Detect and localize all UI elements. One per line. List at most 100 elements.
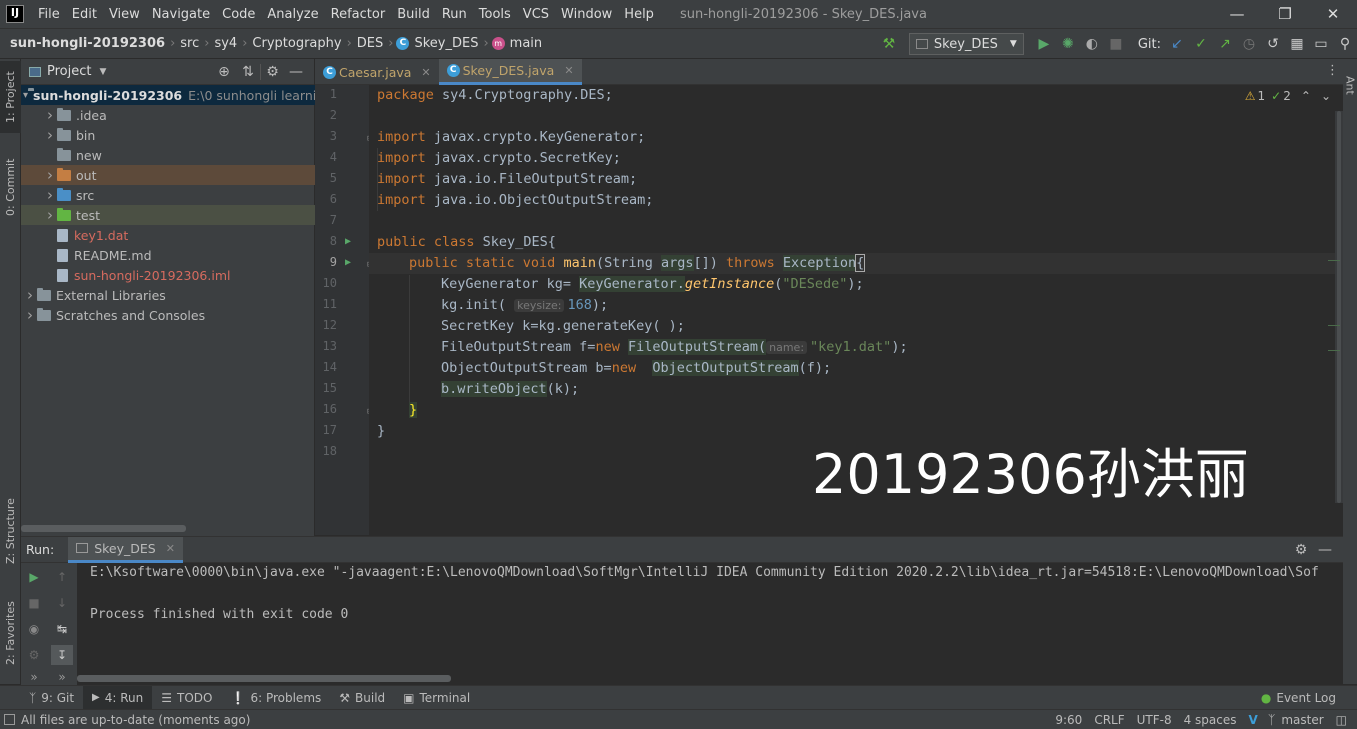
project-structure-icon[interactable]: ▦ <box>1285 36 1309 52</box>
gear-icon[interactable]: ⚙ <box>1289 542 1313 558</box>
chevron-right-icon[interactable]: › <box>43 166 57 184</box>
file-encoding[interactable]: UTF-8 <box>1131 713 1178 727</box>
settings-icon[interactable]: ⚙ <box>23 645 45 665</box>
menu-edit[interactable]: Edit <box>66 7 103 22</box>
close-icon[interactable]: ✕ <box>166 542 175 555</box>
presentation-icon[interactable]: ▭ <box>1309 36 1333 52</box>
chevron-down-icon[interactable]: ▼ <box>99 67 106 77</box>
git-commit-icon[interactable]: ✓ <box>1189 36 1213 52</box>
menu-refactor[interactable]: Refactor <box>325 7 392 22</box>
structure-tool-tab[interactable]: Z: Structure <box>0 489 21 573</box>
run-configuration-select[interactable]: Skey_DES ▼ <box>908 33 1024 55</box>
menu-run[interactable]: Run <box>436 7 473 22</box>
inspection-widget[interactable]: ⚠ 1 ✓ 2 ⌃ ⌄ <box>1245 89 1331 103</box>
breadcrumb-method[interactable]: main <box>508 36 544 51</box>
menu-help[interactable]: Help <box>618 7 660 22</box>
restore-icon[interactable]: ❐ <box>1261 0 1309 29</box>
chevron-right-icon[interactable]: › <box>43 126 57 144</box>
close-icon[interactable]: ✕ <box>421 66 430 79</box>
search-everywhere-icon[interactable]: ⚲ <box>1333 36 1357 52</box>
tab-skey-des-java[interactable]: C Skey_DES.java ✕ <box>438 59 582 85</box>
horizontal-scrollbar[interactable] <box>77 675 451 682</box>
panel-toggle-icon[interactable] <box>4 714 15 725</box>
menu-navigate[interactable]: Navigate <box>146 7 216 22</box>
locate-file-icon[interactable]: ⊕ <box>212 64 236 80</box>
menu-file[interactable]: File <box>32 7 66 22</box>
chevron-right-icon[interactable]: › <box>23 306 37 324</box>
menu-analyze[interactable]: Analyze <box>261 7 324 22</box>
tree-item[interactable]: › .idea <box>21 105 315 125</box>
tree-item[interactable]: key1.dat <box>21 225 315 245</box>
tree-item[interactable]: › out <box>21 165 315 185</box>
chevron-right-icon[interactable]: › <box>43 106 57 124</box>
up-arrow-icon[interactable]: ↑ <box>51 567 73 587</box>
menu-code[interactable]: Code <box>216 7 261 22</box>
minimize-icon[interactable]: — <box>1213 0 1261 29</box>
breadcrumb-sy4[interactable]: sy4 <box>212 36 239 51</box>
horizontal-scrollbar[interactable] <box>21 525 186 532</box>
menu-tools[interactable]: Tools <box>473 7 517 22</box>
project-tool-tab[interactable]: 1: Project <box>0 61 21 133</box>
project-view-title[interactable]: Project <box>47 64 91 79</box>
tree-item[interactable]: sun-hongli-20192306.iml <box>21 265 315 285</box>
debug-icon[interactable]: ✺ <box>1056 36 1080 52</box>
hide-panel-icon[interactable]: — <box>284 64 308 80</box>
git-branch[interactable]: master <box>1275 713 1329 727</box>
tree-item[interactable]: › bin <box>21 125 315 145</box>
collapse-all-icon[interactable]: ⇅ <box>236 64 260 80</box>
git-push-icon[interactable]: ↗ <box>1213 36 1237 52</box>
breadcrumb-des[interactable]: DES <box>355 36 385 51</box>
chevron-right-icon[interactable]: › <box>43 186 57 204</box>
breadcrumb-project[interactable]: sun-hongli-20192306 <box>8 36 167 51</box>
indent-setting[interactable]: 4 spaces <box>1178 713 1243 727</box>
down-arrow-icon[interactable]: ↓ <box>51 593 73 613</box>
chevron-right-icon[interactable]: › <box>43 206 57 224</box>
tree-item[interactable]: › src <box>21 185 315 205</box>
tab-caesar-java[interactable]: C Caesar.java ✕ <box>315 59 439 85</box>
previous-highlight-icon[interactable]: ⌃ <box>1301 89 1311 103</box>
build-hammer-icon[interactable]: ⚒ <box>877 36 901 52</box>
stop-icon[interactable]: ■ <box>23 593 45 613</box>
todo-tool-tab[interactable]: ☰ TODO <box>152 686 221 710</box>
rollback-icon[interactable]: ↺ <box>1261 36 1285 52</box>
vim-icon[interactable]: V <box>1243 713 1264 727</box>
run-main-gutter-icon[interactable]: ▶ <box>345 257 351 268</box>
coverage-icon[interactable]: ◐ <box>1080 36 1104 52</box>
line-separator[interactable]: CRLF <box>1088 713 1130 727</box>
lock-icon[interactable]: ◫ <box>1330 713 1353 727</box>
next-highlight-icon[interactable]: ⌄ <box>1321 89 1331 103</box>
tree-item[interactable]: new <box>21 145 315 165</box>
rerun-icon[interactable]: ▶ <box>23 567 45 587</box>
close-window-icon[interactable]: ✕ <box>1309 0 1357 29</box>
git-update-icon[interactable]: ↙ <box>1165 36 1189 52</box>
tree-item[interactable]: ▾ sun-hongli-20192306 E:\0 sunhongli learn… <box>21 85 315 105</box>
scroll-to-end-icon[interactable]: ↧ <box>51 645 73 665</box>
status-message[interactable]: All files are up-to-date (moments ago) <box>15 713 256 727</box>
menu-view[interactable]: View <box>103 7 146 22</box>
menu-window[interactable]: Window <box>555 7 618 22</box>
gear-icon[interactable]: ⚙ <box>260 63 284 80</box>
tree-item[interactable]: › Scratches and Consoles <box>21 305 315 325</box>
commit-tool-tab[interactable]: 0: Commit <box>0 151 21 223</box>
more-icon[interactable]: » <box>51 667 73 687</box>
tree-item[interactable]: › External Libraries <box>21 285 315 305</box>
run-console[interactable]: E:\Ksoftware\0000\bin\java.exe "-javaage… <box>77 563 1343 685</box>
more-icon[interactable]: » <box>23 667 45 687</box>
build-tool-tab[interactable]: ⚒ Build <box>330 686 394 710</box>
soft-wrap-icon[interactable]: ↹ <box>51 619 73 639</box>
run-class-gutter-icon[interactable]: ▶ <box>345 236 351 247</box>
problems-tool-tab[interactable]: ❕ 6: Problems <box>222 686 331 710</box>
chevron-right-icon[interactable]: › <box>23 286 37 304</box>
hide-panel-icon[interactable]: — <box>1313 542 1337 558</box>
ant-tool-tab[interactable]: Ant <box>1343 63 1357 107</box>
breadcrumb-class[interactable]: Skey_DES <box>412 36 480 51</box>
menu-vcs[interactable]: VCS <box>517 7 555 22</box>
breadcrumb-cryptography[interactable]: Cryptography <box>250 36 343 51</box>
camera-icon[interactable]: ◉ <box>23 619 45 639</box>
tab-list-menu-icon[interactable]: ⋮ <box>1326 63 1339 78</box>
git-history-icon[interactable]: ◷ <box>1237 36 1261 52</box>
git-tool-tab[interactable]: ᛉ 9: Git <box>20 686 83 710</box>
run-tab[interactable]: Skey_DES ✕ <box>68 536 183 563</box>
run-icon[interactable]: ▶ <box>1032 36 1056 52</box>
stop-icon[interactable]: ■ <box>1104 36 1128 52</box>
